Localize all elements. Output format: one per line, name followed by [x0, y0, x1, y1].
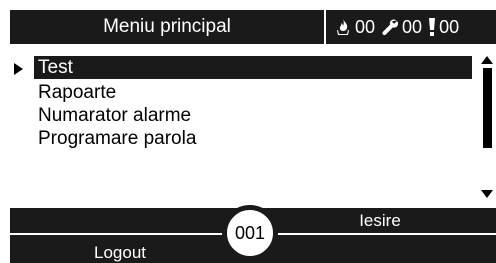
- status-counters: 00 00 00: [328, 10, 496, 44]
- menu-item-test[interactable]: Test: [34, 56, 472, 79]
- scrollbar-thumb[interactable]: [483, 68, 492, 148]
- exit-button[interactable]: Iesire: [310, 211, 450, 231]
- page-title: Meniu principal: [103, 16, 231, 37]
- exclamation-icon: [428, 17, 436, 37]
- menu-item-rapoarte[interactable]: Rapoarte: [38, 81, 116, 104]
- user-code-badge: 001: [222, 205, 278, 261]
- menu-item-programare-parola[interactable]: Programare parola: [38, 127, 196, 150]
- flame-icon: [334, 18, 352, 36]
- selection-cursor-icon: [14, 63, 23, 75]
- fault-counter: 00: [381, 17, 422, 38]
- wrench-icon: [381, 18, 399, 36]
- main-menu: Test Rapoarte Numarator alarme Programar…: [10, 46, 472, 206]
- scroll-down-arrow-icon[interactable]: [481, 190, 493, 198]
- fire-counter-value: 00: [355, 16, 376, 37]
- header-bar: Meniu principal 00 00 00: [10, 10, 496, 44]
- warning-counter: 00: [428, 17, 459, 38]
- warning-counter-value: 00: [439, 16, 460, 37]
- panel-screen: Meniu principal 00 00 00 Test Rapoarte N…: [0, 0, 496, 263]
- logout-button[interactable]: Logout: [60, 243, 180, 263]
- scroll-up-arrow-icon[interactable]: [481, 56, 493, 64]
- header-divider: [324, 10, 326, 44]
- fault-counter-value: 00: [402, 16, 423, 37]
- user-code-value: 001: [234, 223, 266, 243]
- fire-counter: 00: [334, 17, 375, 38]
- menu-item-numarator-alarme[interactable]: Numarator alarme: [38, 104, 191, 127]
